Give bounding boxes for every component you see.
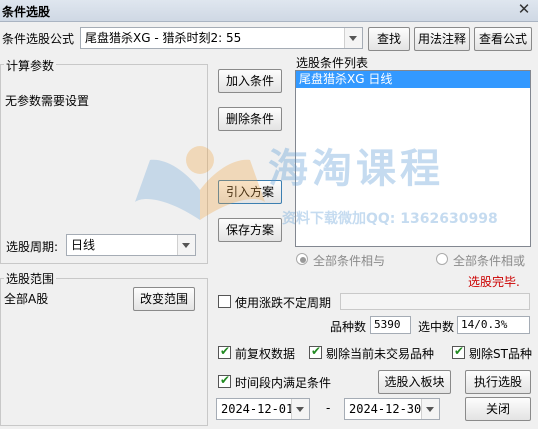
exclude-st-checkbox[interactable] — [452, 344, 465, 359]
window-title: 条件选股 — [2, 5, 51, 19]
exclude-untraded-checkbox[interactable] — [309, 344, 322, 359]
chevron-down-icon[interactable] — [177, 235, 195, 255]
selected-value: 14/0.3% — [457, 316, 530, 334]
formula-select-value: 尾盘猎杀XG - 猎杀时刻2: 55 — [85, 31, 242, 45]
pre-adjust-checkbox[interactable] — [218, 344, 231, 359]
usage-notes-button[interactable]: 用法注释 — [414, 27, 470, 51]
title-bar: 条件选股 ✕ — [0, 0, 538, 22]
add-to-block-button[interactable]: 选股入板块 — [378, 370, 451, 394]
status-text: 选股完毕. — [468, 275, 520, 289]
range-group-label: 选股范围 — [4, 270, 57, 287]
count-value: 5390 — [370, 316, 411, 334]
watermark-subtitle: 资料下载微加QQ: 1362630998 — [282, 211, 498, 227]
view-formula-button[interactable]: 查看公式 — [474, 27, 532, 51]
params-message: 无参数需要设置 — [5, 94, 90, 108]
unfixed-period-field — [340, 293, 530, 310]
or-radio-label: 全部条件相或 — [453, 254, 526, 268]
execute-button[interactable]: 执行选股 — [465, 370, 531, 394]
params-group-label: 计算参数 — [4, 57, 57, 74]
exclude-untraded-label: 剔除当前未交易品种 — [326, 347, 435, 361]
start-date-picker[interactable]: 2024-12-01 — [216, 398, 310, 420]
chevron-down-icon[interactable] — [291, 399, 309, 419]
formula-label: 条件选股公式 — [2, 32, 75, 46]
period-select-value: 日线 — [71, 238, 96, 252]
unfixed-period-checkbox[interactable] — [218, 295, 231, 308]
end-date-picker[interactable]: 2024-12-30 — [344, 398, 440, 420]
change-range-button[interactable]: 改变范围 — [133, 287, 195, 311]
or-radio[interactable] — [436, 253, 448, 265]
end-date-value: 2024-12-30 — [349, 402, 422, 416]
period-label: 选股周期: — [6, 240, 59, 254]
watermark-title: 海淘课程 — [268, 146, 444, 192]
close-icon[interactable]: ✕ — [516, 1, 532, 17]
count-label: 品种数 — [330, 320, 367, 334]
pre-adjust-label: 前复权数据 — [235, 347, 296, 361]
interval-label: 时间段内满足条件 — [235, 376, 332, 390]
period-select[interactable]: 日线 — [66, 234, 196, 256]
interval-checkbox[interactable] — [218, 373, 231, 388]
add-condition-button[interactable]: 加入条件 — [218, 69, 282, 93]
and-radio-label: 全部条件相与 — [313, 254, 386, 268]
find-button[interactable]: 查找 — [368, 27, 410, 51]
date-separator: - — [326, 401, 331, 415]
book-logo-icon — [135, 146, 265, 220]
chevron-down-icon[interactable] — [421, 399, 439, 419]
close-button[interactable]: 关闭 — [465, 397, 531, 421]
delete-condition-button[interactable]: 删除条件 — [218, 107, 282, 131]
formula-select[interactable]: 尾盘猎杀XG - 猎杀时刻2: 55 — [80, 27, 363, 49]
chevron-down-icon[interactable] — [344, 28, 362, 48]
list-item[interactable]: 尾盘猎杀XG 日线 — [296, 71, 530, 88]
condition-list-label: 选股条件列表 — [296, 56, 369, 70]
start-date-value: 2024-12-01 — [221, 402, 294, 416]
and-radio[interactable] — [296, 253, 308, 265]
selected-label: 选中数 — [418, 320, 455, 334]
exclude-st-label: 剔除ST品种 — [469, 347, 532, 361]
range-value: 全部A股 — [4, 292, 49, 306]
unfixed-period-label: 使用涨跌不定周期 — [235, 296, 332, 310]
